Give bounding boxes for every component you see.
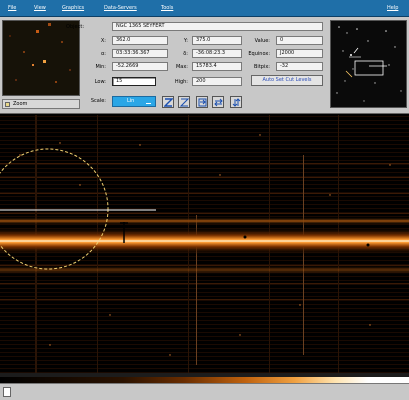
value-label: Value: (254, 38, 270, 44)
flip-x-icon (213, 98, 223, 106)
scale-select[interactable]: Lin (112, 96, 156, 107)
menu-view[interactable]: View (34, 5, 46, 11)
max-label: Max: (175, 64, 188, 70)
spectrum-image[interactable] (0, 115, 409, 373)
max-field: 15783.4 (192, 62, 242, 71)
ra-label: α: (101, 51, 106, 57)
menu-help[interactable]: Help (387, 5, 398, 11)
scale-label: Scale: (90, 98, 106, 104)
scale-value: Lin (127, 98, 135, 104)
high-cut-input[interactable]: 200 (192, 77, 242, 86)
bitpix-label: Bitpix: (254, 64, 270, 70)
zoom-toggle[interactable]: Zoom (2, 99, 80, 109)
low-cut-input[interactable]: 15 (112, 77, 156, 86)
menu-tools[interactable]: Tools (161, 5, 173, 11)
chevron-down-icon (146, 100, 151, 104)
bitpix-field: -32 (276, 62, 323, 71)
y-field: 375.0 (192, 36, 242, 45)
menu-bar: File View Graphics Data-Servers Tools He… (0, 0, 409, 17)
equinox-label: Equinox: (248, 51, 270, 57)
auto-set-cut-levels-button[interactable]: Auto Set Cut Levels (251, 75, 323, 86)
magnifier-image (331, 21, 406, 107)
equinox-field: J2000 (276, 49, 323, 58)
rotate-icon (198, 98, 206, 106)
object-field: NGC 1365 SEYFERT (112, 22, 323, 31)
menu-data-servers[interactable]: Data-Servers (104, 5, 137, 11)
status-indicator (3, 387, 11, 397)
status-bar (0, 383, 409, 400)
menu-graphics[interactable]: Graphics (62, 5, 84, 11)
zoom-checkbox[interactable] (5, 102, 10, 107)
high-label: High: (174, 79, 188, 85)
menu-file[interactable]: File (8, 5, 16, 11)
info-panel: Zoom Object: NGC 1365 SEYFERT X: 362.0 Y… (0, 17, 409, 114)
zoom-label: Zoom (13, 101, 28, 107)
colorbar-edge (0, 373, 409, 377)
zoom-in-icon (163, 97, 173, 107)
y-label: Y: (183, 38, 188, 44)
flip-y-button[interactable] (230, 96, 242, 108)
panner-image[interactable] (3, 21, 80, 96)
zoom-out-icon (179, 98, 189, 106)
flip-x-button[interactable] (212, 96, 224, 108)
magnifier-view[interactable] (330, 20, 407, 108)
min-label: Min: (95, 64, 106, 70)
dec-label: δ: (183, 51, 188, 57)
dec-field: -36:08:23.3 (192, 49, 242, 58)
x-label: X: (100, 38, 106, 44)
zoom-out-button[interactable] (178, 96, 190, 108)
rotate-button[interactable] (196, 96, 208, 108)
object-label: Object: (66, 24, 84, 30)
value-field: 0 (276, 36, 323, 45)
zoom-in-button[interactable] (162, 96, 174, 108)
panner-view[interactable] (2, 20, 80, 96)
low-label: Low: (94, 79, 106, 85)
main-image-canvas[interactable] (0, 115, 409, 373)
flip-y-icon (232, 97, 240, 107)
